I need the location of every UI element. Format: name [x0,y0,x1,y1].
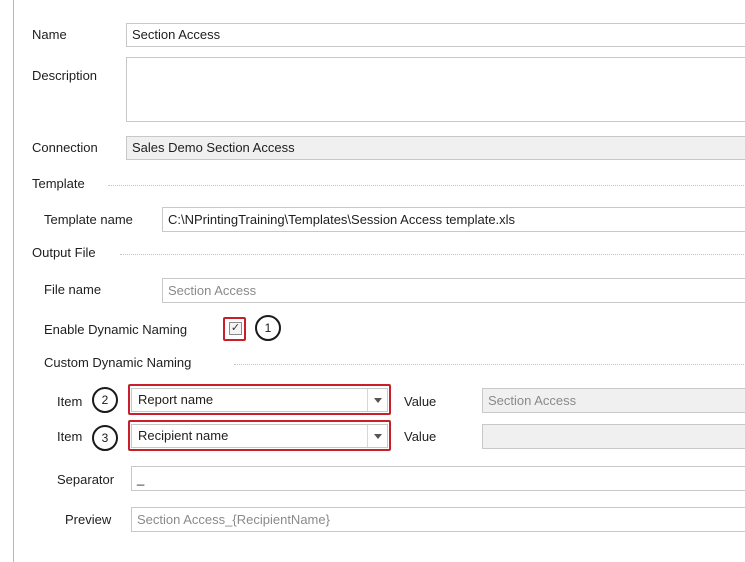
custom-dynamic-naming-heading: Custom Dynamic Naming [44,355,192,370]
output-file-section-heading: Output File [32,245,96,260]
file-name-field[interactable]: Section Access [162,278,745,303]
custom-dynamic-naming-divider [234,364,745,365]
item-2-selected-value: Recipient name [138,428,229,443]
item-1-label: Item [57,394,83,409]
callout-3: 3 [92,425,118,451]
enable-dynamic-naming-checkbox[interactable]: ✓ [229,322,242,335]
description-field[interactable] [126,57,745,122]
item-2-label: Item [57,429,83,444]
value-2-label: Value [404,429,437,444]
chevron-down-icon[interactable] [367,389,387,411]
separator-label: Separator [57,472,115,487]
output-file-section-divider [120,254,745,255]
enable-dynamic-naming-label: Enable Dynamic Naming [44,322,188,337]
value-1-label: Value [404,394,437,409]
item-1-dropdown[interactable]: Report name [131,388,388,412]
item-1-selected-value: Report name [138,392,214,407]
connection-label: Connection [32,140,98,155]
name-label: Name [32,27,67,42]
value-2-field[interactable] [482,424,745,449]
connection-field[interactable]: Sales Demo Section Access [126,136,745,160]
preview-label: Preview [65,512,112,527]
callout-1: 1 [255,315,281,341]
value-1-field[interactable]: Section Access [482,388,745,413]
chevron-down-icon[interactable] [367,425,387,447]
file-name-label: File name [44,282,102,297]
template-name-label: Template name [44,212,133,227]
panel-left-border [13,0,14,562]
template-section-heading: Template [32,176,85,191]
template-section-divider [108,185,745,186]
description-label: Description [32,68,98,83]
preview-field[interactable]: Section Access_{RecipientName} [131,507,745,532]
template-name-field[interactable]: C:\NPrintingTraining\Templates\Session A… [162,207,745,232]
item-2-dropdown[interactable]: Recipient name [131,424,388,448]
callout-2: 2 [92,387,118,413]
name-field[interactable]: Section Access [126,23,745,47]
separator-field[interactable]: _ [131,466,745,491]
